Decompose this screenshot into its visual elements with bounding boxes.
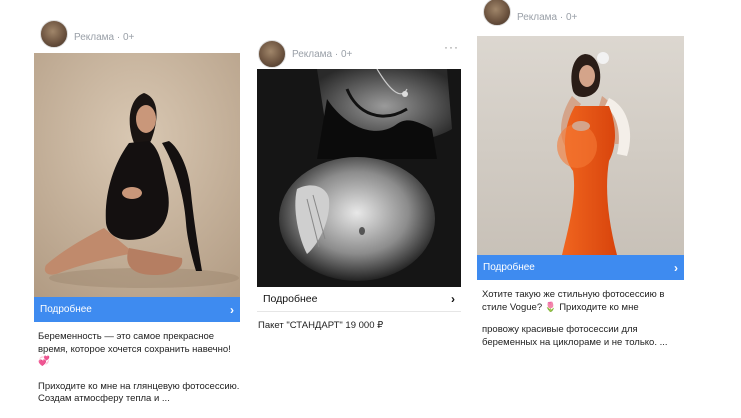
pregnant-woman-photo-icon — [34, 53, 240, 297]
ad-text-paragraph: провожу красивые фотосессии для беременн… — [482, 324, 668, 348]
chevron-right-icon: › — [674, 260, 678, 275]
more-details-button[interactable]: Подробнее › — [257, 287, 461, 312]
ad-text-paragraph: Хотите такую же стильную фотосессию в ст… — [482, 289, 665, 313]
ad-meta: Реклама · 0+ — [292, 48, 353, 60]
ad-text: Беременность — это самое прекрасное врем… — [38, 331, 243, 418]
ad-photo[interactable] — [34, 53, 240, 297]
ad-meta: Реклама · 0+ — [74, 31, 135, 43]
chevron-right-icon: › — [230, 302, 234, 317]
avatar[interactable] — [258, 40, 286, 68]
ad-text-paragraph: Пакет "СТАНДАРТ" 19 000 ₽ — [258, 320, 384, 331]
avatar[interactable] — [483, 0, 511, 26]
ad-header: Реклама · 0+ — [258, 40, 352, 68]
chevron-right-icon: › — [451, 292, 455, 306]
pregnant-woman-orange-dress-icon — [477, 36, 684, 255]
ad-text-paragraph: Беременность — это самое прекрасное врем… — [38, 331, 231, 367]
ad-text: Хотите такую же стильную фотосессию в ст… — [482, 289, 682, 361]
ad-card-2: Реклама · 0+ ··· Подробнее › Пакет "СТАН… — [254, 38, 462, 338]
more-options-icon[interactable]: ··· — [444, 40, 459, 54]
ad-photo[interactable] — [257, 69, 461, 287]
more-details-button[interactable]: Подробнее › — [477, 255, 684, 280]
more-details-button[interactable]: Подробнее › — [34, 297, 240, 322]
cta-label: Подробнее — [40, 304, 92, 315]
avatar[interactable] — [40, 20, 68, 48]
ad-header: Реклама · 0+ — [483, 0, 578, 26]
ad-photo[interactable] — [477, 36, 684, 255]
ad-meta: Реклама · 0+ — [517, 11, 578, 23]
ad-card-1: Реклама · 0+ Подробнее › Беременность — … — [34, 20, 240, 404]
cta-label: Подробнее — [483, 262, 535, 273]
ad-text-paragraph: Приходите ко мне на глянцевую фотосессию… — [38, 380, 240, 405]
ad-text: Пакет "СТАНДАРТ" 19 000 ₽ — [258, 320, 458, 345]
ad-header: Реклама · 0+ — [40, 20, 135, 48]
cta-label: Подробнее — [263, 293, 318, 305]
ad-card-3: Реклама · 0+ Подробнее › Хотите такую же… — [477, 0, 685, 389]
pregnant-belly-photo-icon — [257, 69, 461, 287]
